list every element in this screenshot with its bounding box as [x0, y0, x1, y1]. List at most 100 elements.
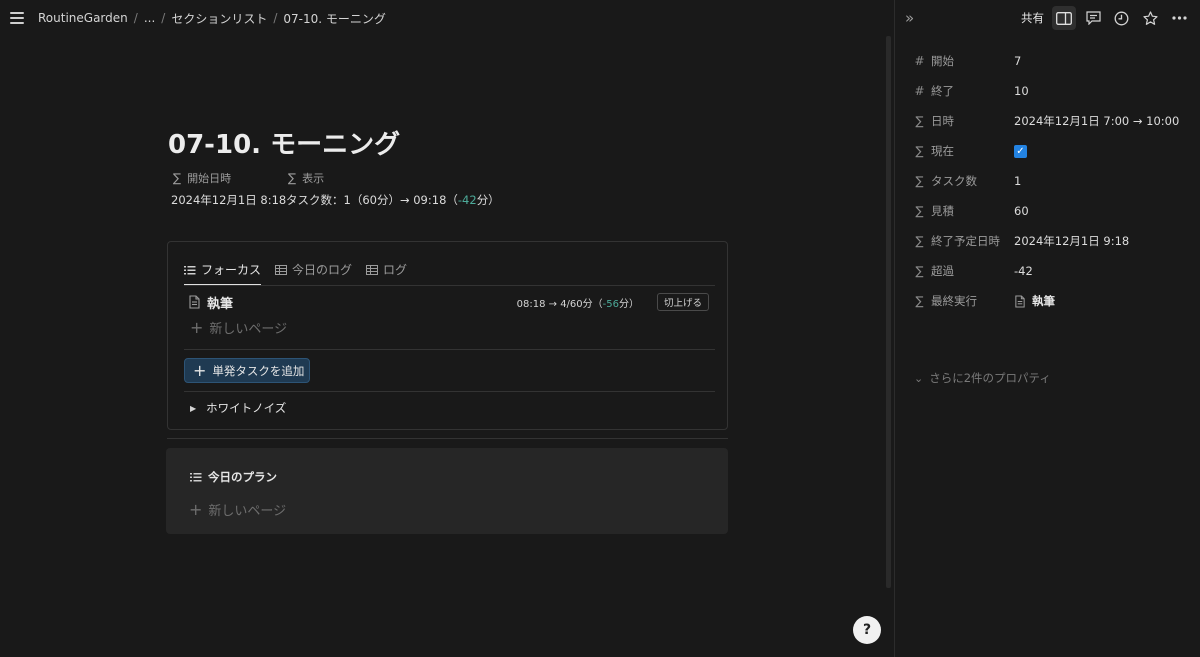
list-item[interactable]: 執筆 08:18 → 4/60分（-56分） 切上げる — [188, 292, 709, 312]
more-properties-button[interactable]: ⌄ さらに2件のプロパティ — [914, 370, 1051, 386]
property-value[interactable]: 7 — [1014, 54, 1021, 68]
breadcrumb-item-ellipsis[interactable]: ... — [144, 11, 155, 25]
page-icon — [1015, 294, 1025, 308]
plus-icon: + — [190, 317, 204, 337]
history-button[interactable] — [1109, 6, 1133, 30]
double-chevron-right-icon[interactable]: » — [905, 9, 914, 27]
property-value-display[interactable]: タスク数：1（60分）→ 09:18（-42分） — [286, 192, 500, 208]
top-bar: RoutineGarden / ... / セクションリスト / 07-10. … — [0, 0, 895, 36]
property-label: 終了 — [931, 84, 954, 98]
side-peek-toolbar: » 共有 — [895, 0, 1200, 36]
more-properties-label: さらに2件のプロパティ — [929, 371, 1051, 385]
display-text-end: 分） — [476, 193, 500, 207]
help-button[interactable]: ? — [853, 616, 881, 644]
formula-icon: ∑ — [915, 114, 924, 128]
triangle-right-icon: ▶ — [190, 403, 197, 413]
property-row-datetime[interactable]: ∑ 日時 2024年12月1日 7:00 → 10:00 — [895, 106, 1200, 136]
property-row-estimate[interactable]: ∑ 見積 60 — [895, 196, 1200, 226]
tab-focus[interactable]: フォーカス — [184, 254, 262, 286]
property-name: 表示 — [302, 172, 325, 185]
new-page-button[interactable]: + 新しいページ — [190, 318, 287, 337]
toggle-white-noise[interactable]: ▶ ホワイトノイズ — [190, 400, 286, 416]
checkbox-checked[interactable]: ✓ — [1014, 144, 1027, 158]
formula-icon: ∑ — [915, 294, 924, 308]
property-row-task-count[interactable]: ∑ タスク数 1 — [895, 166, 1200, 196]
display-text: タスク数：1（60分）→ 09:18（ — [286, 193, 458, 207]
comments-button[interactable] — [1081, 6, 1105, 30]
panel-layout-icon — [1056, 11, 1072, 25]
property-label: 最終実行 — [931, 294, 977, 308]
property-value[interactable]: 2024年12月1日 9:18 — [1014, 233, 1129, 249]
property-value[interactable]: 1 — [1014, 174, 1021, 188]
property-label: 開始 — [931, 54, 954, 68]
share-button[interactable]: 共有 — [1021, 10, 1044, 26]
property-name: ∑ 超過 — [914, 263, 954, 279]
property-row-planned-end[interactable]: ∑ 終了予定日時 2024年12月1日 9:18 — [895, 226, 1200, 256]
breadcrumb-separator: / — [161, 11, 166, 25]
property-name: ∑ 終了予定日時 — [914, 233, 1000, 249]
view-tabs: フォーカス 今日のログ ログ — [184, 254, 407, 286]
task-overrun: -56 — [602, 298, 619, 310]
task-progress-end: 分） — [619, 298, 639, 310]
focus-panel: フォーカス 今日のログ ログ 執筆 08:18 → 4/60分（-56分） 切上… — [167, 241, 728, 430]
property-row-current[interactable]: ∑ 現在 ✓ — [895, 136, 1200, 166]
add-button-label: 単発タスクを追加 — [212, 363, 305, 378]
more-options-button[interactable] — [1167, 6, 1191, 30]
clock-icon — [1114, 11, 1128, 25]
divider — [167, 438, 728, 439]
property-value[interactable]: 執筆 — [1014, 293, 1055, 309]
property-row-overrun[interactable]: ∑ 超過 -42 — [895, 256, 1200, 286]
property-label-display[interactable]: ∑ 表示 — [288, 170, 324, 186]
property-value[interactable]: 10 — [1014, 84, 1029, 98]
tab-label: フォーカス — [201, 263, 262, 277]
tab-label: ログ — [383, 263, 408, 277]
property-label-start[interactable]: ∑ 開始日時 — [173, 170, 231, 186]
property-row-end[interactable]: # 終了 10 — [895, 76, 1200, 106]
add-single-task-button[interactable]: + 単発タスクを追加 — [184, 358, 310, 383]
property-row-start[interactable]: # 開始 7 — [895, 46, 1200, 76]
property-label: 超過 — [931, 264, 954, 278]
property-value[interactable]: 60 — [1014, 204, 1029, 218]
tab-label: 今日のログ — [292, 263, 353, 277]
plus-icon: + — [193, 360, 207, 380]
task-progress-text: 08:18 → 4/60分（ — [516, 298, 603, 310]
property-label: 日時 — [931, 114, 954, 128]
favorite-button[interactable] — [1138, 6, 1162, 30]
divider — [184, 349, 715, 350]
property-value[interactable]: -42 — [1014, 264, 1033, 278]
plan-panel-title[interactable]: 今日のプラン — [190, 469, 277, 485]
breadcrumb-item-current[interactable]: 07-10. モーニング — [283, 10, 386, 27]
comment-icon — [1085, 11, 1101, 25]
relation-link[interactable]: 執筆 — [1032, 293, 1055, 309]
breadcrumb-item-workspace[interactable]: RoutineGarden — [38, 11, 128, 25]
main-scrollbar[interactable] — [886, 36, 891, 588]
plan-title-label: 今日のプラン — [208, 470, 277, 484]
formula-icon: ∑ — [288, 171, 297, 185]
star-icon — [1142, 10, 1158, 25]
tab-today-log[interactable]: 今日のログ — [275, 254, 352, 285]
property-value[interactable]: 2024年12月1日 7:00 → 10:00 — [1014, 113, 1179, 129]
number-icon: # — [914, 54, 925, 68]
formula-icon: ∑ — [915, 144, 924, 158]
breadcrumb-separator: / — [133, 11, 138, 25]
menu-icon[interactable] — [10, 9, 28, 27]
page-icon — [189, 295, 200, 309]
page-title[interactable]: 07-10. モーニング — [168, 124, 400, 161]
breadcrumb-item-section-list[interactable]: セクションリスト — [171, 10, 267, 27]
plus-icon: + — [189, 499, 203, 519]
property-value[interactable]: ✓ — [1014, 144, 1027, 158]
task-name[interactable]: 執筆 — [207, 293, 233, 312]
number-icon: # — [914, 84, 925, 98]
property-name: ∑ タスク数 — [914, 173, 977, 189]
formula-icon: ∑ — [915, 264, 924, 278]
new-page-button[interactable]: + 新しいページ — [189, 500, 286, 519]
finish-task-button[interactable]: 切上げる — [656, 293, 709, 311]
formula-icon: ∑ — [173, 171, 182, 185]
side-peek-button[interactable] — [1052, 6, 1076, 30]
property-value-start[interactable]: 2024年12月1日 8:18 — [171, 192, 286, 208]
tab-log[interactable]: ログ — [366, 254, 407, 285]
property-label: 見積 — [931, 204, 954, 218]
toggle-label: ホワイトノイズ — [206, 401, 287, 415]
property-row-last-run[interactable]: ∑ 最終実行 執筆 — [895, 286, 1200, 316]
property-label: タスク数 — [931, 174, 977, 188]
